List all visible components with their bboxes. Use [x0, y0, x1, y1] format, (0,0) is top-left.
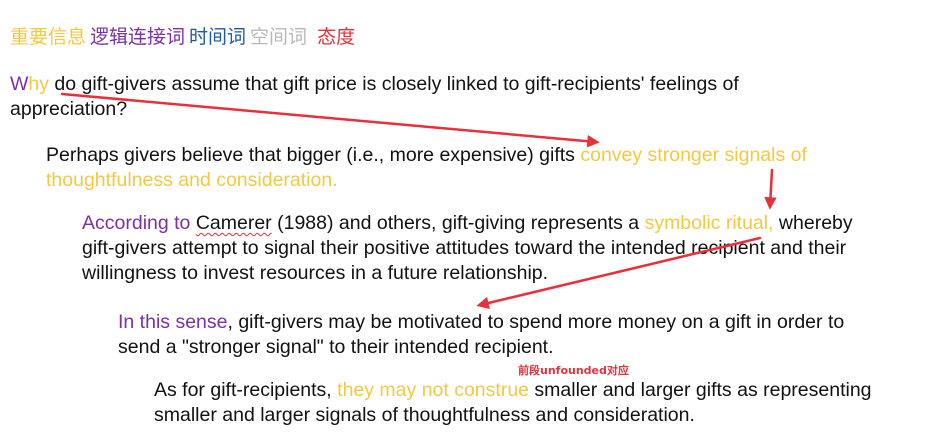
arrow-intended-to-sense — [476, 236, 762, 310]
annotation-arrows — [60, 92, 777, 310]
arrow-why-to-perhaps — [60, 92, 600, 148]
arrow-perhaps-to-symbolic — [764, 168, 777, 210]
